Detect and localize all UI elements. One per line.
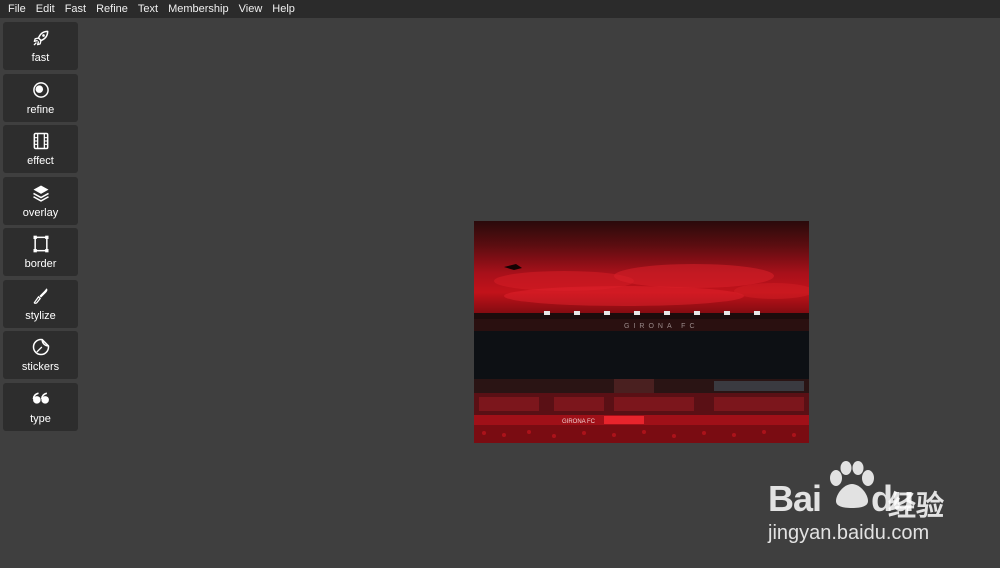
tool-effect-button[interactable]: effect (3, 125, 78, 173)
tool-type-button[interactable]: type (3, 382, 78, 431)
menu-file[interactable]: File (3, 0, 31, 18)
menu-membership[interactable]: Membership (163, 0, 234, 18)
tool-stickers-button[interactable]: stickers (3, 331, 78, 379)
tool-stylize-label: stylize (25, 309, 56, 322)
sticker-icon (30, 336, 52, 358)
quote-icon (30, 388, 52, 410)
menu-view[interactable]: View (234, 0, 268, 18)
tool-stickers-label: stickers (21, 361, 60, 373)
layers-icon (30, 182, 52, 204)
watermark-url: jingyan.baidu.com (768, 522, 930, 544)
tool-fast-label: fast (31, 52, 50, 64)
tool-overlay-button[interactable]: overlay (3, 176, 78, 225)
menu-fast[interactable]: Fast (60, 0, 91, 18)
menu-bar: File Edit Fast Refine Text Membership Vi… (0, 0, 1000, 18)
menu-text[interactable]: Text (133, 0, 163, 18)
film-strip-icon (30, 130, 52, 152)
jingyan-text: 经验 (888, 490, 945, 521)
menu-help[interactable]: Help (267, 0, 300, 18)
border-frame-icon (30, 233, 52, 255)
banner-text: GIRONA FC (562, 419, 596, 425)
canvas-photo[interactable]: GIRONA FC GIRONA FC (474, 221, 809, 443)
tool-type-label: type (30, 412, 51, 425)
menu-edit[interactable]: Edit (31, 0, 60, 18)
menu-refine[interactable]: Refine (91, 0, 133, 18)
brush-icon (30, 285, 52, 307)
tool-border-label: border (24, 258, 57, 270)
tool-border-button[interactable]: border (3, 228, 78, 276)
tool-effect-label: effect (27, 155, 54, 167)
tool-refine-label: refine (26, 103, 55, 116)
baidu-watermark: Bai du 经验 jingyan.baidu.com (760, 458, 960, 553)
tool-fast-button[interactable]: fast (3, 22, 78, 70)
baidu-logo-start: Bai (768, 478, 822, 519)
refine-circles-icon (30, 79, 52, 101)
stadium-photo: GIRONA FC GIRONA FC (474, 221, 809, 443)
tool-refine-button[interactable]: refine (3, 73, 78, 122)
tool-stylize-button[interactable]: stylize (3, 279, 78, 328)
rocket-icon (30, 27, 52, 49)
tool-panel: fast refine effect overlay border styliz… (3, 22, 78, 434)
stadium-name-text: GIRONA FC (624, 323, 699, 330)
tool-overlay-label: overlay (22, 206, 59, 219)
